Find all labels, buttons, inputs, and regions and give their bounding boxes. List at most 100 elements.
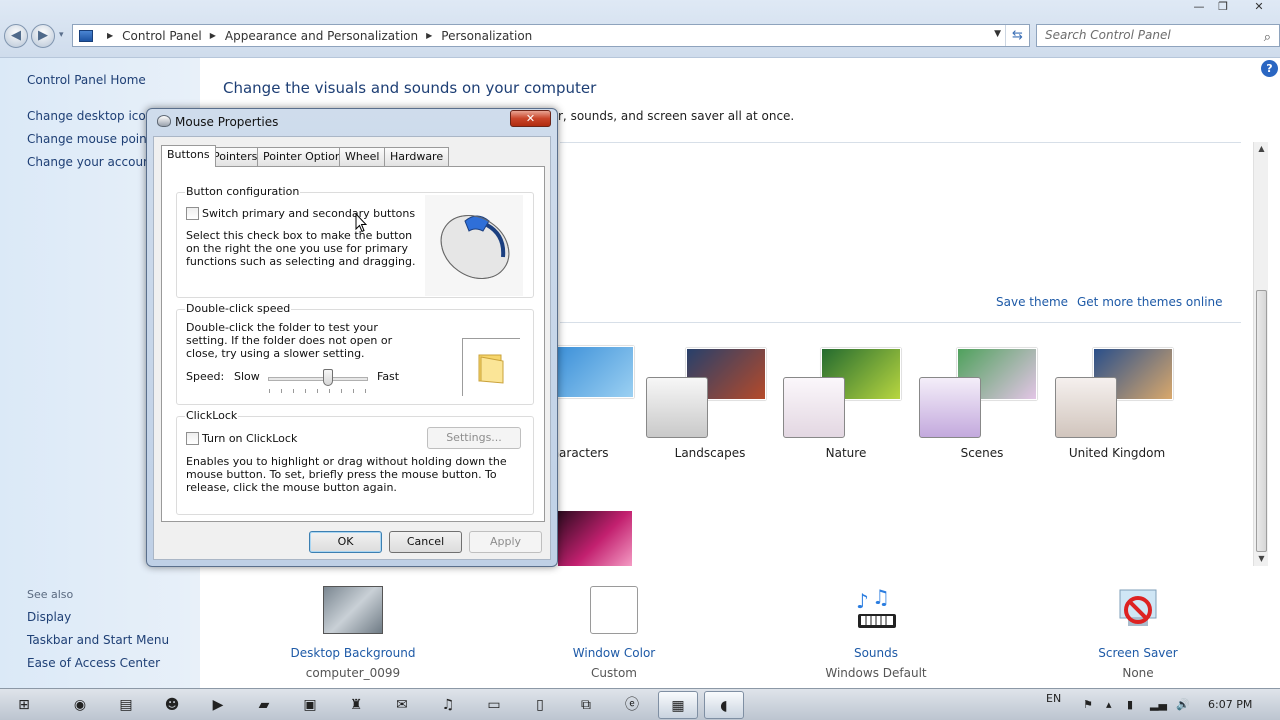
chevron-right-icon[interactable]: ▶ <box>426 31 432 40</box>
mouse-taskbar-icon[interactable]: ◖ <box>704 691 744 719</box>
scroll-thumb[interactable] <box>1256 290 1267 552</box>
volume-icon[interactable]: 🔊 <box>1176 689 1190 720</box>
history-dropdown-icon[interactable]: ▾ <box>59 30 64 40</box>
button-configuration-group: Button configuration Switch primary and … <box>176 185 534 298</box>
people-icon[interactable]: ☻ <box>152 691 192 719</box>
window-icon[interactable]: ▭ <box>474 691 514 719</box>
folder-icon <box>478 354 504 384</box>
theme-label: Nature <box>825 446 867 460</box>
switch-buttons-label[interactable]: Switch primary and secondary buttons <box>202 207 415 220</box>
tab-wheel[interactable]: Wheel <box>339 147 386 166</box>
group-label: Button configuration <box>185 185 301 198</box>
theme-color-swatch <box>919 377 981 438</box>
breadcrumb-appearance[interactable]: Appearance and Personalization <box>225 29 418 43</box>
display-link[interactable]: Display <box>27 610 71 624</box>
power-icon[interactable]: ▮ <box>1127 689 1133 720</box>
forward-button[interactable]: ▶ <box>31 24 55 48</box>
scroll-up-icon[interactable]: ▲ <box>1254 142 1269 156</box>
scroll-down-icon[interactable]: ▼ <box>1254 552 1269 566</box>
cancel-button[interactable]: Cancel <box>389 531 462 553</box>
clicklock-checkbox[interactable] <box>186 432 199 445</box>
language-indicator[interactable]: EN <box>1046 683 1061 715</box>
document-icon[interactable]: ▯ <box>520 691 560 719</box>
speed-slider-thumb[interactable] <box>323 369 333 386</box>
theme-scenes[interactable]: Scenes <box>919 342 1049 462</box>
start-orb-icon[interactable]: ⊞ <box>4 691 44 719</box>
screen-saver-option[interactable]: Screen Saver None <box>1048 586 1228 680</box>
desktop-background-option[interactable]: Desktop Background computer_0099 <box>263 586 443 680</box>
close-window-button[interactable]: ✕ <box>1244 0 1274 16</box>
apply-button[interactable]: Apply <box>469 531 542 553</box>
play-icon[interactable]: ▶ <box>198 691 238 719</box>
save-theme-link[interactable]: Save theme <box>996 295 1068 309</box>
theme-color-swatch <box>1055 377 1117 438</box>
buttons-tab-panel: Button configuration Switch primary and … <box>161 166 545 522</box>
ok-button[interactable]: OK <box>309 531 382 553</box>
minimize-button[interactable]: — <box>1188 0 1210 16</box>
mouse-illustration <box>425 195 523 296</box>
theme-color-swatch <box>783 377 845 438</box>
switch-buttons-checkbox[interactable] <box>186 207 199 220</box>
clicklock-description: Enables you to highlight or drag without… <box>186 455 507 494</box>
window-color-option[interactable]: Window Color Custom <box>524 586 704 680</box>
arrow-up-icon[interactable]: ▴ <box>1106 689 1112 720</box>
media-icon[interactable]: ◉ <box>60 691 100 719</box>
taskbar-start-menu-link[interactable]: Taskbar and Start Menu <box>27 633 169 647</box>
sounds-icon: ♪ ♫ <box>852 585 900 634</box>
personalization-options: Desktop Background computer_0099 Window … <box>200 566 1280 688</box>
option-value: computer_0099 <box>305 666 401 680</box>
search-icon[interactable]: ⌕ <box>1264 27 1271 48</box>
help-icon[interactable]: ? <box>1261 60 1278 77</box>
joystick-icon[interactable]: ♜ <box>336 691 376 719</box>
test-folder-area[interactable] <box>462 338 520 396</box>
chevron-right-icon[interactable]: ▶ <box>210 31 216 40</box>
breadcrumb-personalization[interactable]: Personalization <box>441 29 532 43</box>
folder-icon[interactable]: ▤ <box>106 691 146 719</box>
ease-of-access-link[interactable]: Ease of Access Center <box>27 656 160 670</box>
breadcrumb-control-panel[interactable]: Control Panel <box>122 29 202 43</box>
clicklock-label[interactable]: Turn on ClickLock <box>202 432 297 445</box>
maximize-button[interactable]: ❐ <box>1212 0 1234 16</box>
refresh-icon[interactable]: ⇆ <box>1005 25 1029 46</box>
tab-hardware[interactable]: Hardware <box>384 147 450 166</box>
see-also-heading: See also <box>27 588 74 601</box>
address-dropdown-icon[interactable]: ▼ <box>994 29 1001 39</box>
clicklock-settings-button[interactable]: Settings... <box>427 427 521 449</box>
back-button[interactable]: ◀ <box>4 24 28 48</box>
theme-preview-partial[interactable] <box>558 511 632 566</box>
get-more-themes-link[interactable]: Get more themes online <box>1077 295 1223 309</box>
page-description: r, sounds, and screen saver all at once. <box>558 109 795 123</box>
app-icon[interactable]: ⓔ <box>612 691 652 719</box>
mouse-properties-dialog: Mouse Properties ✕ Buttons Pointers Poin… <box>146 108 558 567</box>
address-bar[interactable]: ▶ Control Panel ▶ Appearance and Persona… <box>72 24 1030 47</box>
control-panel-home-link[interactable]: Control Panel Home <box>27 73 146 87</box>
taskbar: ⊞ ◉ ▤ ☻ ▶ ▰ ▣ ♜ ✉ ♫ ▭ ▯ ⧉ ⓔ ▦ ◖ EN ⚑ ▴ ▮… <box>0 688 1280 720</box>
dialog-close-button[interactable]: ✕ <box>510 110 551 127</box>
mouse-cursor-icon <box>355 213 367 233</box>
themes-scrollbar[interactable]: ▲ ▼ <box>1253 142 1268 566</box>
option-value: None <box>1122 666 1154 680</box>
music-icon[interactable]: ♫ <box>428 691 468 719</box>
network-icon[interactable]: ▂▄ <box>1150 689 1167 720</box>
chevron-right-icon[interactable]: ▶ <box>107 31 113 40</box>
clapper-icon[interactable]: ▰ <box>244 691 284 719</box>
search-input[interactable]: Search Control Panel ⌕ <box>1036 24 1280 47</box>
sounds-option[interactable]: ♪ ♫ Sounds Windows Default <box>786 585 966 680</box>
double-click-speed-group: Double-click speed Double-click the fold… <box>176 302 534 405</box>
speed-slider-track[interactable] <box>268 377 368 381</box>
tab-buttons[interactable]: Buttons <box>161 145 216 167</box>
themes-divider <box>560 322 1241 323</box>
theme-united-kingdom[interactable]: United Kingdom <box>1055 342 1185 462</box>
theme-landscapes[interactable]: Landscapes <box>646 342 776 462</box>
flag-icon[interactable]: ⚑ <box>1083 689 1093 720</box>
clock[interactable]: 6:07 PM <box>1208 689 1252 720</box>
group-label: Double-click speed <box>185 302 292 315</box>
windows-icon[interactable]: ⧉ <box>566 691 606 719</box>
camera-icon[interactable]: ▣ <box>290 691 330 719</box>
theme-preview <box>554 346 634 398</box>
theme-label: United Kingdom <box>1068 446 1166 460</box>
theme-nature[interactable]: Nature <box>783 342 913 462</box>
change-desktop-icons-link[interactable]: Change desktop icons <box>27 109 160 123</box>
control-panel-taskbar-icon[interactable]: ▦ <box>658 691 698 719</box>
mail-icon[interactable]: ✉ <box>382 691 422 719</box>
